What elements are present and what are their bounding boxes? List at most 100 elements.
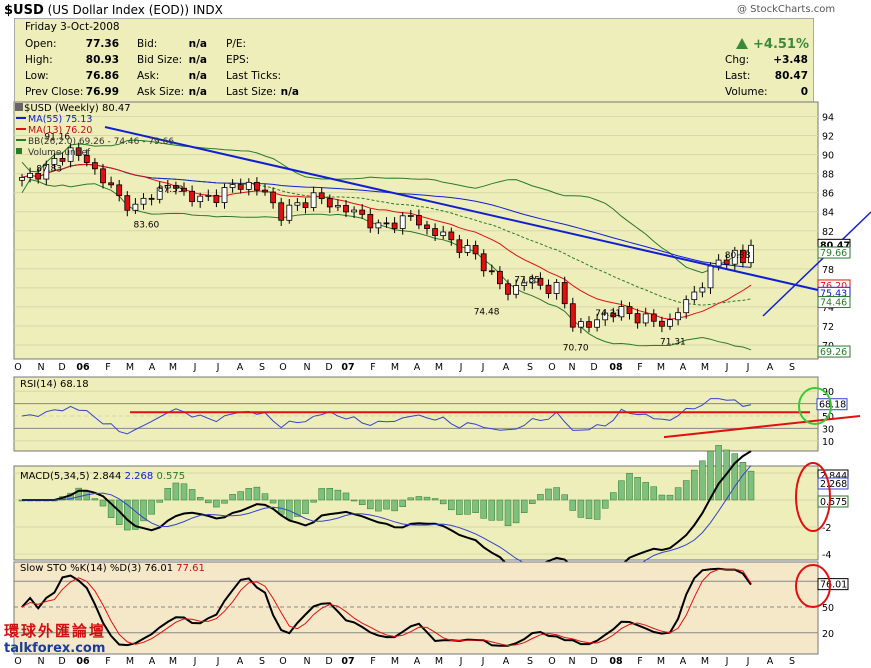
macd-value-label: 0.575 [820, 497, 847, 508]
x-tick-label: 06 [76, 362, 90, 373]
candle-body [691, 291, 698, 301]
candle-body [407, 215, 414, 217]
x-tick-label: S [259, 362, 265, 373]
macd-histogram-bar [739, 461, 747, 501]
candle-body [391, 222, 398, 229]
x-tick-label-bottom: M [126, 656, 134, 667]
x-tick-label-bottom: O [279, 656, 286, 667]
price-label: 69.26 [820, 347, 847, 358]
candle-body [513, 285, 519, 295]
candle-body [19, 177, 25, 181]
candle-body [642, 313, 649, 324]
x-tick-label-bottom: O [548, 656, 555, 667]
price-label: 74.46 [820, 298, 847, 309]
macd-value-2: 2.268 [125, 471, 154, 482]
x-tick-label: J [193, 362, 197, 373]
macd-histogram-bar [148, 499, 155, 515]
x-tick-label: A [414, 362, 421, 373]
macd-histogram-bar [277, 499, 285, 515]
macd-histogram-bar [529, 499, 536, 504]
x-tick-label-bottom: S [527, 656, 533, 667]
candle-body [683, 299, 690, 314]
macd-histogram-bar [561, 494, 568, 501]
x-tick-label-bottom: D [325, 656, 332, 667]
macd-histogram-bar [512, 499, 520, 524]
x-tick-label-bottom: A [503, 656, 510, 667]
macd-histogram-bar [691, 469, 698, 501]
candle-body [715, 259, 722, 267]
macd-histogram-bar [342, 492, 350, 501]
sto-tick-label: 20 [822, 629, 834, 640]
candle-body [496, 270, 503, 285]
macd-histogram-bar [375, 499, 382, 512]
x-tick-label: N [568, 362, 575, 373]
candle-body [561, 282, 568, 305]
x-tick-label: O [14, 362, 21, 373]
candle-body [27, 172, 34, 178]
candle-body [667, 319, 673, 327]
x-tick-label: F [637, 362, 642, 373]
y-tick-label: 88 [822, 170, 834, 181]
macd-tick-label: -4 [822, 550, 831, 561]
price-annotation: 80.38 [725, 251, 751, 261]
candle-body [399, 215, 406, 229]
x-tick-label-bottom: N [303, 656, 310, 667]
candle-body [553, 282, 560, 294]
candle-body [424, 224, 430, 229]
macd-histogram-bar [407, 497, 415, 501]
candle-body [221, 187, 228, 203]
macd-histogram-bar [674, 487, 682, 501]
candle-body [351, 209, 358, 213]
macd-value-label: 2.268 [820, 479, 847, 490]
macd-histogram-bar [172, 482, 180, 501]
macd-histogram-bar [496, 499, 504, 521]
logo-cn-text: 環球外匯論壇 [4, 622, 107, 640]
macd-histogram-bar [472, 499, 479, 513]
x-tick-label-bottom: A [414, 656, 421, 667]
macd-histogram-bar [269, 499, 277, 504]
candle-body [626, 306, 633, 314]
macd-value-3: 0.575 [156, 471, 185, 482]
macd-histogram-bar [593, 499, 601, 520]
legend-ma13: MA(13) 76.20 [28, 125, 92, 136]
candle-body [464, 245, 471, 253]
x-tick-label: M [657, 362, 665, 373]
price-chart: 94929088868482807876747270 91.1687.8387.… [13, 101, 871, 667]
candle-body [253, 181, 260, 191]
y-tick-label: 82 [822, 227, 834, 238]
x-tick-label-bottom: A [767, 656, 774, 667]
x-tick-label-bottom: D [590, 656, 597, 667]
x-tick-label-bottom: M [657, 656, 665, 667]
legend-rsi: RSI(14) 68.18 [20, 379, 89, 390]
x-tick-label: S [527, 362, 533, 373]
rsi-tick-label: 10 [822, 437, 834, 448]
candle-body [456, 239, 463, 253]
macd-histogram-bar [699, 460, 706, 501]
rsi-panel [13, 376, 819, 452]
candle-body [432, 228, 439, 236]
x-tick-label-bottom: A [149, 656, 156, 667]
macd-histogram-bar [634, 477, 641, 501]
sto-k-value: 76.01 [144, 563, 173, 574]
macd-histogram-bar [464, 499, 471, 515]
macd-name: MACD(5,34,5) [20, 471, 90, 482]
candle-body [140, 197, 147, 205]
candle-body [245, 181, 252, 190]
candle-body [286, 204, 293, 221]
candle-body [650, 313, 657, 322]
x-tick-label-bottom: A [237, 656, 244, 667]
macd-histogram-bar [537, 494, 544, 501]
x-tick-label-bottom: F [637, 656, 642, 667]
macd-histogram-bar [480, 499, 487, 519]
price-annotation: 74.31 [595, 309, 621, 319]
macd-histogram-bar [545, 488, 552, 501]
macd-histogram-bar [383, 499, 390, 510]
macd-histogram-bar [196, 497, 204, 501]
x-tick-label-bottom: M [435, 656, 443, 667]
x-tick-label: M [391, 362, 399, 373]
macd-histogram-bar [569, 499, 577, 511]
candle-body [375, 222, 382, 229]
macd-histogram-bar [318, 488, 325, 501]
candle-body [100, 168, 106, 184]
candle-body [480, 253, 487, 272]
